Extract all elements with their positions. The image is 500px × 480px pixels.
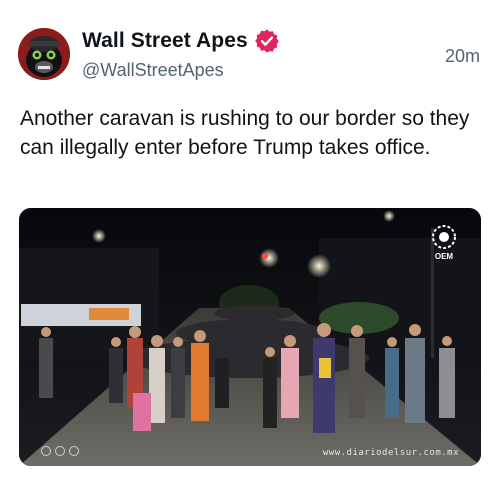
post-timestamp[interactable]: 20m [445, 46, 480, 67]
caravan-video-frame [19, 208, 481, 466]
video-controls-icon[interactable] [41, 446, 79, 456]
post-text: Another caravan is rushing to our border… [20, 107, 470, 159]
author-avatar[interactable] [18, 28, 70, 80]
author-display-name[interactable]: Wall Street Apes [82, 29, 248, 53]
oem-logo-text: OEM [434, 252, 454, 261]
post-video[interactable]: OEM www.diariodelsur.com.mx [19, 208, 481, 466]
video-watermark: www.diariodelsur.com.mx [322, 448, 459, 458]
verified-badge-icon [254, 28, 280, 54]
oem-logo-icon: OEM [429, 224, 459, 268]
tweet-card: Wall Street Apes @WallStreetApes 20m Ano… [0, 0, 500, 480]
author-handle[interactable]: @WallStreetApes [82, 60, 224, 81]
author-name-row: Wall Street Apes [82, 28, 280, 54]
gorilla-avatar-icon [18, 28, 70, 80]
